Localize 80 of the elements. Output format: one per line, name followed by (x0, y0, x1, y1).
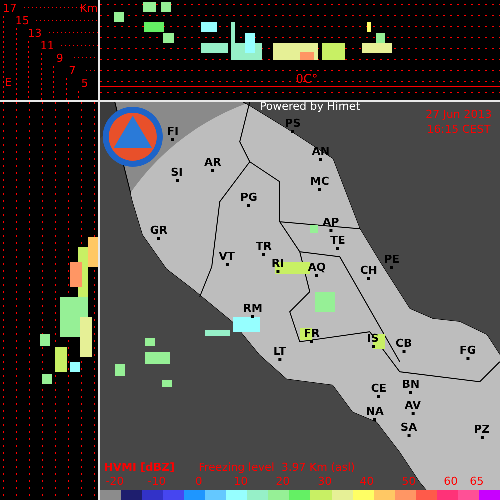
city-label: PS (285, 118, 301, 130)
city-label: NA (366, 406, 384, 418)
scale-tick-label: -10 (148, 475, 166, 488)
city-marker-icon (480, 436, 484, 439)
city-marker-icon (402, 350, 406, 353)
city-marker-icon (276, 270, 280, 273)
city-marker-icon (252, 315, 254, 318)
city-label: BN (402, 379, 420, 391)
scale-tick-label: 40 (360, 475, 374, 488)
city-label: RM (243, 303, 263, 315)
emblem-icon (102, 106, 164, 168)
scale-tick-label: 30 (318, 475, 332, 488)
scale-tick-label: 0 (196, 475, 202, 488)
height-label: 17 (3, 2, 17, 15)
city-marker-icon (248, 204, 250, 207)
city-marker-icon (262, 253, 266, 256)
city-label: FI (167, 126, 179, 138)
city-marker-icon (318, 188, 322, 191)
city-label: CE (371, 383, 387, 395)
city-label: TE (330, 235, 346, 247)
city-marker-icon (372, 345, 374, 348)
city-marker-icon (412, 412, 414, 415)
time-text: 16:15 CEST (427, 123, 491, 136)
freezing-marker-label: 0C° (296, 72, 318, 86)
city-label: VT (218, 251, 236, 263)
city-marker-icon (292, 130, 294, 133)
scale-tick-label: 10 (234, 475, 248, 488)
city-label: CH (360, 265, 378, 277)
city-marker-icon (466, 357, 470, 360)
city-label: FR (304, 328, 320, 340)
city-marker-icon (172, 138, 174, 141)
city-marker-icon (316, 274, 318, 277)
height-label: 9 (56, 52, 64, 65)
city-label: GR (150, 225, 168, 237)
city-marker-icon (226, 263, 228, 266)
city-label: AQ (308, 262, 326, 274)
city-label: LT (274, 346, 286, 358)
city-label: AP (322, 217, 340, 229)
city-marker-icon (310, 340, 314, 343)
city-label: PZ (474, 424, 490, 436)
height-label: 11 (40, 40, 54, 52)
city-marker-icon (212, 169, 214, 172)
scale-tick-label: 65 (470, 475, 484, 488)
freezing-level-text: Freezing level 3.97 Km (asl) (198, 461, 356, 474)
scale-tick-label: 20 (276, 475, 290, 488)
city-marker-icon (320, 158, 322, 161)
city-label: PE (384, 254, 400, 266)
scale-tick-label: 60 (444, 475, 458, 488)
city-label: SA (400, 422, 418, 434)
city-label: MC (310, 176, 330, 188)
city-label: IS (367, 333, 379, 345)
height-label: 13 (28, 27, 42, 40)
scale-tick-label: 50 (402, 475, 416, 488)
scale-tick-label: -20 (106, 475, 124, 488)
city-marker-icon (278, 358, 282, 361)
city-marker-icon (336, 247, 340, 250)
city-label: FG (460, 345, 476, 357)
city-marker-icon (374, 418, 376, 421)
city-marker-icon (368, 277, 370, 280)
city-label: TR (256, 241, 272, 253)
city-marker-icon (390, 266, 394, 269)
product-label: HVMI [dBZ] (104, 461, 175, 474)
city-label: AV (404, 400, 422, 412)
city-marker-icon (176, 179, 178, 182)
height-label: 7 (69, 64, 76, 78)
city-label: AR (204, 157, 222, 169)
city-label: RI (272, 258, 284, 270)
height-label: 5 (82, 77, 88, 90)
city-marker-icon (410, 391, 412, 394)
city-marker-icon (408, 434, 410, 437)
city-marker-icon (158, 237, 160, 240)
city-marker-icon (330, 229, 332, 232)
city-marker-icon (378, 395, 380, 398)
city-label: SI (171, 167, 183, 179)
city-label: CB (396, 338, 412, 350)
credit-text: Powered by Himet (260, 102, 360, 113)
height-label: 15 (16, 14, 30, 28)
city-label: PG (240, 192, 258, 204)
date-text: 27 Jun 2013 (426, 108, 492, 121)
axis-label: E (5, 76, 12, 89)
